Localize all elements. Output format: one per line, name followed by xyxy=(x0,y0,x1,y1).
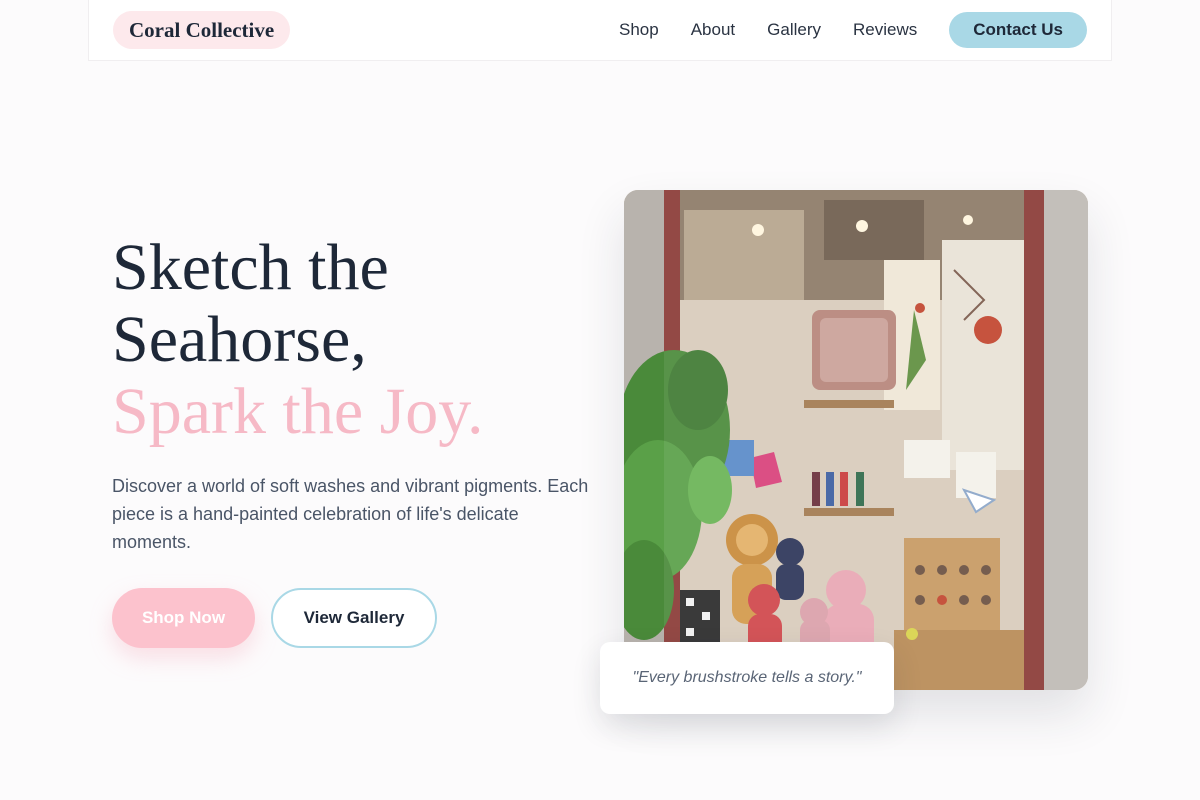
hero-description: Discover a world of soft washes and vibr… xyxy=(112,476,589,552)
hero-title-line-2: Seahorse, xyxy=(112,303,367,376)
main-nav: Shop About Gallery Reviews Contact Us xyxy=(587,12,1087,48)
quote-text: "Every brushstroke tells a story." xyxy=(632,669,862,686)
shop-now-button[interactable]: Shop Now xyxy=(112,588,255,648)
nav-link-reviews[interactable]: Reviews xyxy=(853,20,917,40)
hero-title: Sketch the Seahorse, Spark the Joy. xyxy=(112,232,592,448)
site-header: Coral Collective Shop About Gallery Revi… xyxy=(88,0,1112,61)
view-gallery-button[interactable]: View Gallery xyxy=(271,588,437,648)
hero-title-accent: Spark the Joy. xyxy=(112,375,484,448)
nav-link-about[interactable]: About xyxy=(691,20,735,40)
nav-link-gallery[interactable]: Gallery xyxy=(767,20,821,40)
hero-title-line-1: Sketch the xyxy=(112,231,389,304)
site-logo[interactable]: Coral Collective xyxy=(113,11,291,49)
shop-window-illustration xyxy=(624,190,1088,690)
hero-shop-window-image xyxy=(624,190,1088,690)
contact-us-button[interactable]: Contact Us xyxy=(949,12,1087,48)
nav-link-shop[interactable]: Shop xyxy=(619,20,659,40)
quote-card: "Every brushstroke tells a story." xyxy=(600,642,894,714)
